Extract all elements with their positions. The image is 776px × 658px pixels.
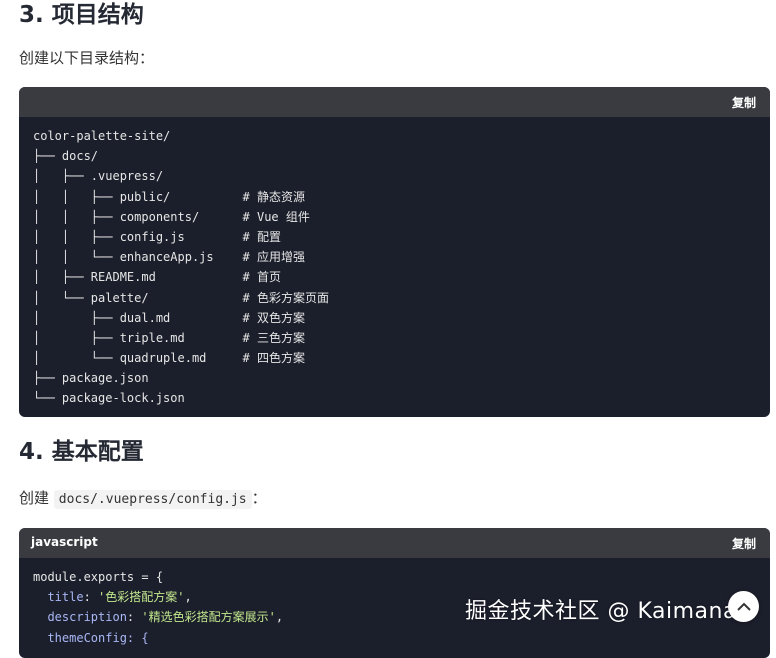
code-block-header: 复制 xyxy=(19,87,770,117)
code-line: │ ├── dual.md # 双色方案 xyxy=(33,310,305,325)
copy-button[interactable]: 复制 xyxy=(732,94,756,111)
code-line: module.exports = { xyxy=(33,570,164,584)
code-line: │ │ ├── config.js # 配置 xyxy=(33,229,281,244)
code-line: color-palette-site/ xyxy=(33,129,171,143)
code-line: │ │ ├── components/ # Vue 组件 xyxy=(33,209,310,224)
back-to-top-button[interactable] xyxy=(728,591,759,622)
code-line: │ ├── README.md # 首页 xyxy=(33,270,281,285)
code-language-label: javascript xyxy=(31,535,98,549)
code-line: │ │ └── enhanceApp.js # 应用增强 xyxy=(33,250,305,265)
watermark: 掘金技术社区 @ Kaimana xyxy=(465,599,737,624)
inline-code-path: docs/.vuepress/config.js xyxy=(53,490,252,509)
code-line: ├── docs/ xyxy=(33,149,99,164)
intro-prefix: 创建 xyxy=(19,489,50,507)
code-line: │ ├── triple.md # 三色方案 xyxy=(33,330,305,345)
code-block-directory-tree: 复制 color-palette-site/ ├── docs/ │ ├── .vu… xyxy=(19,87,770,417)
code-line: │ └── quadruple.md # 四色方案 xyxy=(33,351,305,366)
section-heading-basic-config: 4. 基本配置 xyxy=(19,439,144,465)
code-line: │ ├── .vuepress/ xyxy=(33,169,164,184)
chevron-up-icon xyxy=(736,602,751,611)
code-line: ├── package.json xyxy=(33,371,149,386)
copy-button[interactable]: 复制 xyxy=(732,535,756,552)
section-intro-text: 创建以下目录结构： xyxy=(19,49,155,67)
code-line: themeConfig: { xyxy=(33,630,149,645)
code-content: color-palette-site/ ├── docs/ │ ├── .vuepr… xyxy=(19,117,770,409)
code-line: │ └── palette/ # 色彩方案页面 xyxy=(33,290,329,305)
section-heading-project-structure: 3. 项目结构 xyxy=(19,2,144,28)
section-intro-text: 创建 docs/.vuepress/config.js： xyxy=(19,487,267,509)
code-block-header: javascript 复制 xyxy=(19,528,770,558)
code-line: │ │ ├── public/ # 静态资源 xyxy=(33,189,305,204)
code-line: └── package-lock.json xyxy=(33,391,185,406)
intro-suffix: ： xyxy=(251,489,267,507)
